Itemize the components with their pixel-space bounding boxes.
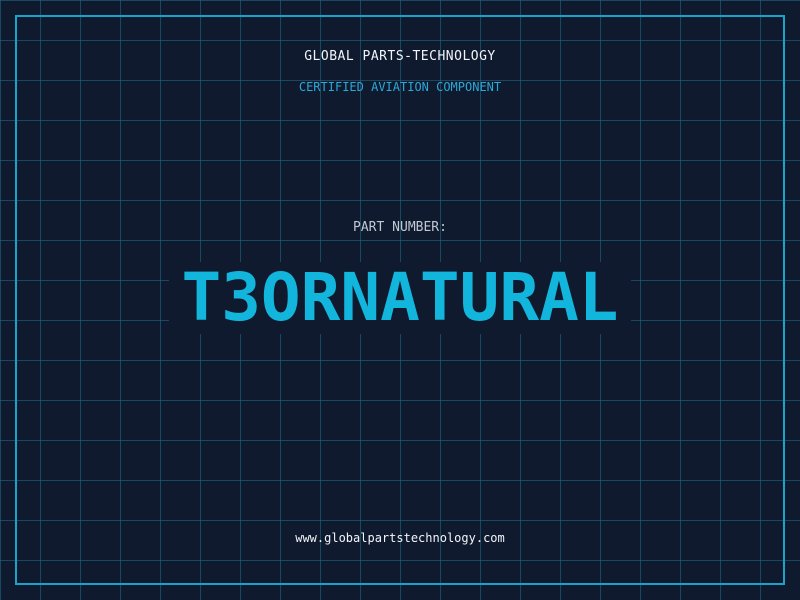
part-number-value: T3ORNATURAL [169,262,631,334]
part-number-label: PART NUMBER: [353,220,447,235]
label-canvas: GLOBAL PARTS-TECHNOLOGY CERTIFIED AVIATI… [0,0,800,600]
website-url: www.globalpartstechnology.com [295,531,505,545]
company-name: GLOBAL PARTS-TECHNOLOGY [304,49,496,64]
certification-subtitle: CERTIFIED AVIATION COMPONENT [298,80,502,94]
part-number-container: T3ORNATURAL [0,262,800,334]
